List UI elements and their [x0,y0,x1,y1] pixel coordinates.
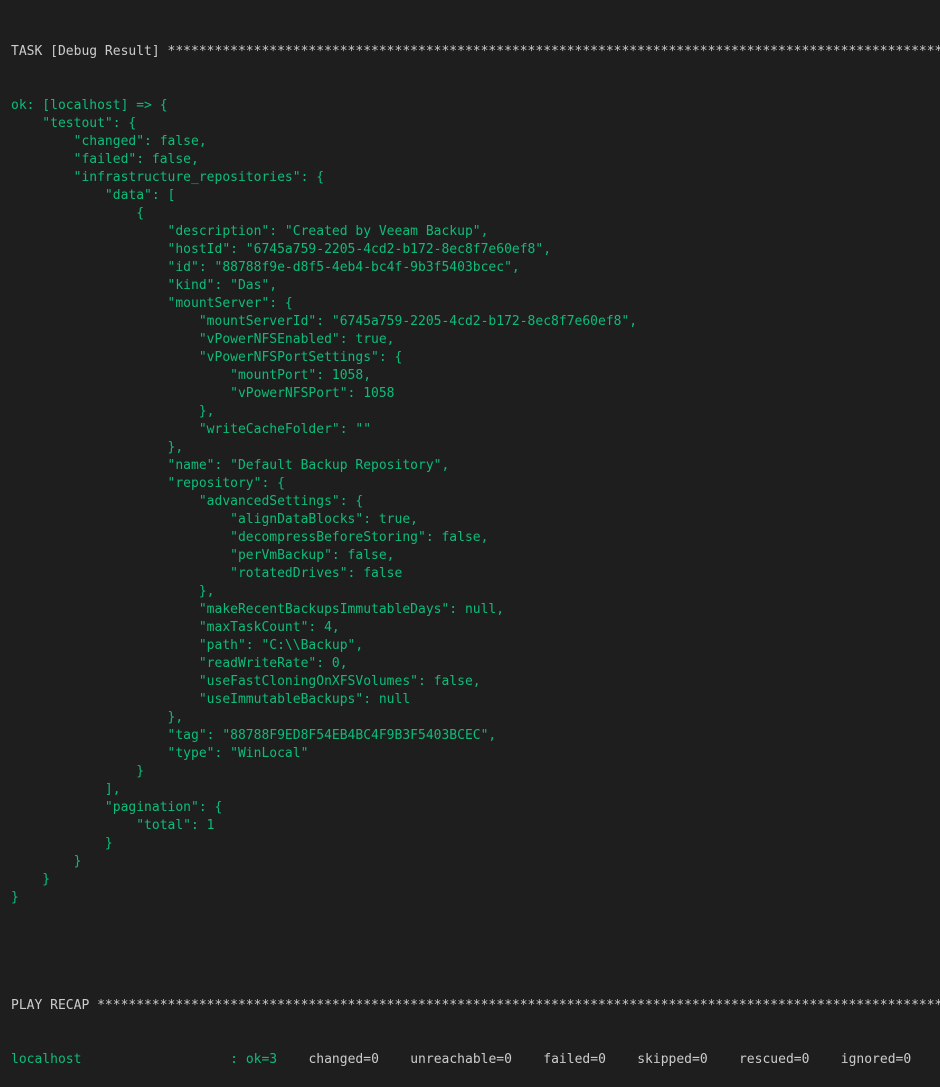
output-line: }, [11,440,184,455]
recap-unreachable: unreachable=0 [410,1052,512,1067]
recap-ok: : ok=3 [230,1052,278,1067]
output-line: }, [11,404,215,419]
output-line: "mountServer": { [11,296,293,311]
output-line: "mountPort": 1058, [11,368,372,383]
output-line: "name": "Default Backup Repository", [11,458,450,473]
output-line: ok: [localhost] => { [11,98,168,113]
output-line: } [11,872,51,887]
output-line: } [11,890,19,905]
recap-failed: failed=0 [543,1052,606,1067]
recap-rescued: rescued=0 [738,1052,810,1067]
output-line: "perVmBackup": false, [11,548,395,563]
output-line: "decompressBeforeStoring": false, [11,530,489,545]
recap-skipped: skipped=0 [637,1052,708,1067]
output-line: "vPowerNFSPort": 1058 [11,386,395,401]
output-line: "description": "Created by Veeam Backup"… [11,224,489,239]
output-line: ], [11,782,121,797]
output-line: "tag": "88788F9ED8F54EB4BC4F9B3F5403BCEC… [11,728,497,743]
output-line: "path": "C:\\Backup", [11,638,364,653]
output-line: } [11,854,82,869]
output-line: "hostId": "6745a759-2205-4cd2-b172-8ec8f… [11,242,552,257]
output-line: "testout": { [11,116,137,131]
recap-ignored: ignored=0 [840,1052,912,1067]
output-line: "infrastructure_repositories": { [11,170,325,185]
output-line: "pagination": { [11,800,223,815]
task-header: TASK [Debug Result] ********************… [11,44,940,59]
output-line: "readWriteRate": 0, [11,656,348,671]
output-line: "useFastCloningOnXFSVolumes": false, [11,674,481,689]
output-line: }, [11,710,184,725]
output-line: "changed": false, [11,134,207,149]
output-line: "mountServerId": "6745a759-2205-4cd2-b17… [11,314,638,329]
recap-row: localhost : ok=3 changed=0 unreachable=0… [11,1051,940,1069]
output-line: } [11,764,145,779]
output-line: "writeCacheFolder": "" [11,422,372,437]
output-line: "rotatedDrives": false [11,566,403,581]
output-line: "useImmutableBackups": null [11,692,411,707]
output-line: }, [11,584,215,599]
output-line: "failed": false, [11,152,199,167]
output-line: "repository": { [11,476,285,491]
debug-output: ok: [localhost] => { "testout": { "chang… [11,97,940,907]
output-line: "vPowerNFSEnabled": true, [11,332,395,347]
output-line: "total": 1 [11,818,215,833]
output-line: "data": [ [11,188,176,203]
output-line: "vPowerNFSPortSettings": { [11,350,403,365]
output-line: "maxTaskCount": 4, [11,620,340,635]
output-line: "advancedSettings": { [11,494,364,509]
recap-changed: changed=0 [308,1052,379,1067]
recap-header: PLAY RECAP *****************************… [11,998,940,1013]
terminal-output: TASK [Debug Result] ********************… [11,7,940,1087]
output-line: "makeRecentBackupsImmutableDays": null, [11,602,505,617]
output-line: "type": "WinLocal" [11,746,309,761]
output-line: } [11,836,113,851]
output-line: { [11,206,145,221]
output-line: "alignDataBlocks": true, [11,512,418,527]
recap-host: localhost [11,1052,82,1067]
output-line: "kind": "Das", [11,278,278,293]
output-line: "id": "88788f9e-d8f5-4eb4-bc4f-9b3f5403b… [11,260,520,275]
